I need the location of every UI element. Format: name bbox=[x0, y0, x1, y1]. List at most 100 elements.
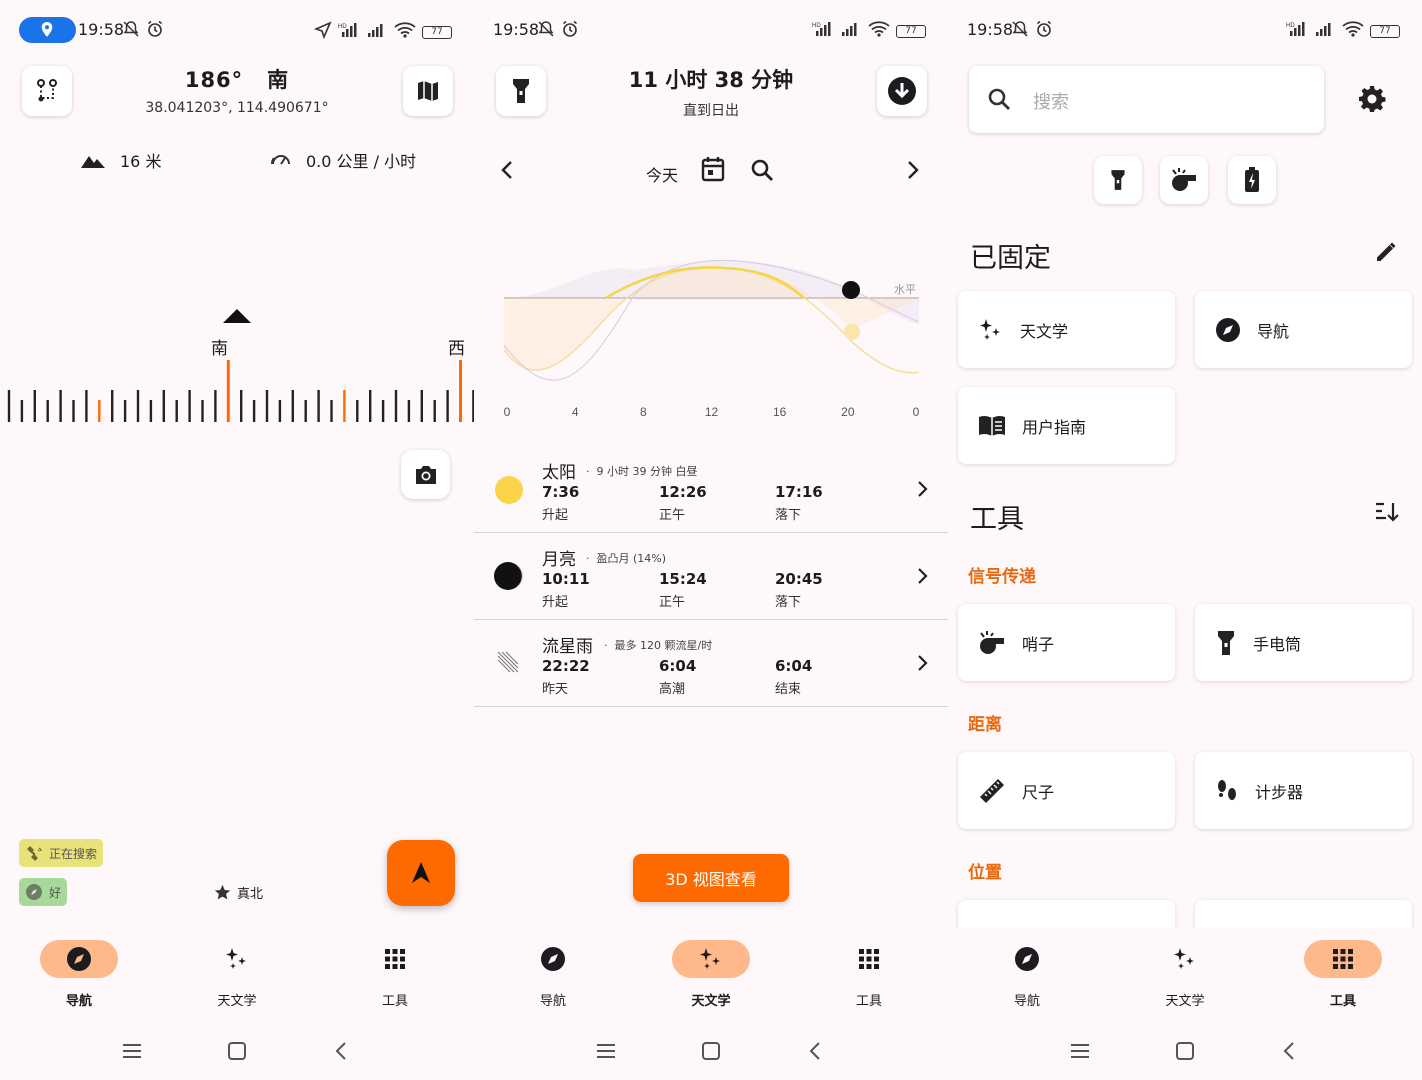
nav-tab-tools[interactable]: 工具 bbox=[1283, 940, 1403, 1009]
gps-searching-label: 正在搜索 bbox=[49, 846, 98, 861]
gear-icon bbox=[1359, 86, 1386, 112]
moonset-label: 落下 bbox=[775, 595, 802, 610]
horizon-label: 水平 bbox=[894, 283, 916, 296]
astro-row-moon[interactable]: 月亮 · 盈凸月 (14%) 10:11 升起 15:24 正午 20:45 落… bbox=[474, 533, 948, 620]
back-icon[interactable] bbox=[807, 1042, 823, 1064]
nav-label-astronomy: 天文学 bbox=[217, 994, 257, 1009]
camera-button[interactable] bbox=[401, 450, 450, 499]
tool-flashlight[interactable]: 手电筒 bbox=[1195, 604, 1412, 681]
search-input[interactable]: 搜索 bbox=[1033, 88, 1069, 114]
search-icon[interactable] bbox=[750, 158, 774, 186]
sparkle-icon bbox=[1174, 948, 1194, 969]
nav-tab-tools[interactable]: 工具 bbox=[809, 940, 929, 1009]
tools-screen: 19:58 HD 77 搜索 已固定 天文学 导航 用户指南 工具 信号传递 哨… bbox=[948, 0, 1422, 1080]
gps-searching-chip[interactable]: 正在搜索 bbox=[19, 839, 104, 867]
calendar-icon[interactable] bbox=[701, 156, 725, 186]
compass-pointer-icon bbox=[222, 308, 252, 328]
alarm-icon bbox=[1035, 20, 1053, 42]
astro-name-moon: 月亮 bbox=[542, 550, 576, 570]
pinned-astronomy-label: 天文学 bbox=[1020, 321, 1069, 341]
meteor-start-label: 昨天 bbox=[542, 682, 569, 697]
nav-tab-astronomy[interactable]: 天文学 bbox=[177, 940, 297, 1009]
tool-pedometer-label: 计步器 bbox=[1255, 782, 1304, 802]
star-icon bbox=[214, 884, 231, 900]
true-north-indicator: 真北 bbox=[214, 883, 263, 902]
next-day-button[interactable] bbox=[906, 160, 920, 184]
astro-meta-sun: · 9 小时 39 分钟 白昼 bbox=[586, 465, 698, 478]
alarm-icon bbox=[146, 20, 164, 42]
apps-grid-icon bbox=[859, 949, 879, 969]
altitude-value: 16 米 bbox=[120, 152, 162, 171]
astro-row-sun[interactable]: 太阳 · 9 小时 39 分钟 白昼 7:36 升起 12:26 正午 17:1… bbox=[474, 446, 948, 533]
home-icon[interactable] bbox=[1175, 1042, 1195, 1064]
compass-tape[interactable] bbox=[0, 358, 474, 422]
sunset-label: 落下 bbox=[775, 508, 802, 523]
nav-label-tools: 工具 bbox=[855, 994, 882, 1009]
group-title-distance: 距离 bbox=[968, 715, 1002, 735]
tool-search[interactable]: 搜索 bbox=[969, 66, 1324, 133]
previous-day-button[interactable] bbox=[500, 160, 514, 184]
whistle-icon bbox=[1172, 168, 1196, 191]
menu-icon[interactable] bbox=[122, 1042, 142, 1064]
compass-icon bbox=[541, 947, 565, 971]
chart-tick-label: 16 bbox=[773, 405, 787, 419]
download-icon bbox=[888, 77, 916, 105]
pinned-user-guide[interactable]: 用户指南 bbox=[958, 387, 1175, 464]
moonrise-label: 升起 bbox=[542, 595, 569, 610]
menu-icon[interactable] bbox=[1070, 1042, 1090, 1064]
nav-tab-navigation[interactable]: 导航 bbox=[493, 940, 613, 1009]
pinned-navigation[interactable]: 导航 bbox=[1195, 291, 1412, 368]
compass-label-south: 南 bbox=[211, 339, 228, 359]
nav-label-astronomy: 天文学 bbox=[1165, 994, 1205, 1009]
sparkle-icon bbox=[226, 948, 246, 969]
status-bar: 19:58 HD 77 bbox=[474, 14, 948, 46]
compass-icon bbox=[1216, 317, 1240, 342]
nav-label-navigation: 导航 bbox=[1013, 994, 1040, 1009]
tool-whistle[interactable]: 哨子 bbox=[958, 604, 1175, 681]
altitude-chart[interactable]: 水平 0 4 8 12 16 20 0 bbox=[474, 250, 948, 430]
astro-row-meteor[interactable]: 流星雨 · 最多 120 颗流星/时 22:22 昨天 6:04 高潮 6:04… bbox=[474, 620, 948, 707]
bottom-navigation: 导航 天文学 工具 bbox=[474, 928, 948, 1028]
quick-whistle[interactable] bbox=[1160, 156, 1208, 204]
speed-stat: 0.0 公里 / 小时 bbox=[270, 148, 416, 172]
status-bar: 19:58 HD 77 bbox=[948, 14, 1422, 46]
home-icon[interactable] bbox=[227, 1042, 247, 1064]
back-icon[interactable] bbox=[1281, 1042, 1297, 1064]
download-button[interactable] bbox=[877, 66, 927, 116]
moon-noon-label: 正午 bbox=[659, 595, 686, 610]
accuracy-chip[interactable]: 好 bbox=[19, 878, 68, 906]
sparkle-icon bbox=[980, 318, 1000, 340]
quick-flashlight[interactable] bbox=[1094, 156, 1142, 204]
pinned-astronomy[interactable]: 天文学 bbox=[958, 291, 1175, 368]
sunrise-time: 7:36 bbox=[542, 483, 580, 501]
chart-tick-label: 0 bbox=[913, 405, 920, 419]
tool-pedometer[interactable]: 计步器 bbox=[1195, 752, 1412, 829]
meteor-peak-time: 6:04 bbox=[659, 657, 697, 675]
pencil-icon bbox=[1377, 242, 1396, 261]
chart-tick-label: 4 bbox=[572, 405, 579, 419]
battery-icon: 77 bbox=[1370, 24, 1400, 38]
footprints-icon bbox=[1218, 779, 1236, 803]
edit-pinned-button[interactable] bbox=[1374, 240, 1398, 268]
home-icon[interactable] bbox=[701, 1042, 721, 1064]
chart-tick-label: 20 bbox=[841, 405, 855, 419]
nav-tab-tools[interactable]: 工具 bbox=[335, 940, 455, 1009]
back-icon[interactable] bbox=[333, 1042, 349, 1064]
map-button[interactable] bbox=[403, 66, 453, 116]
nav-tab-navigation[interactable]: 导航 bbox=[19, 940, 139, 1009]
nav-tab-astronomy[interactable]: 天文学 bbox=[651, 940, 771, 1009]
tool-ruler[interactable]: 尺子 bbox=[958, 752, 1175, 829]
bearing-direction: 南 bbox=[267, 68, 290, 92]
chart-tick-label: 0 bbox=[504, 405, 511, 419]
nav-tab-navigation[interactable]: 导航 bbox=[967, 940, 1087, 1009]
sort-button[interactable] bbox=[1374, 500, 1400, 528]
navigate-fab[interactable] bbox=[387, 840, 455, 906]
quick-battery[interactable] bbox=[1228, 156, 1276, 204]
chevron-right-icon bbox=[918, 655, 928, 671]
menu-icon[interactable] bbox=[596, 1042, 616, 1064]
settings-button[interactable] bbox=[1358, 85, 1386, 117]
sunset-time: 17:16 bbox=[775, 483, 823, 501]
view-3d-button[interactable]: 3D 视图查看 bbox=[633, 854, 789, 902]
nav-tab-astronomy[interactable]: 天文学 bbox=[1125, 940, 1245, 1009]
date-label[interactable]: 今天 bbox=[646, 162, 678, 186]
